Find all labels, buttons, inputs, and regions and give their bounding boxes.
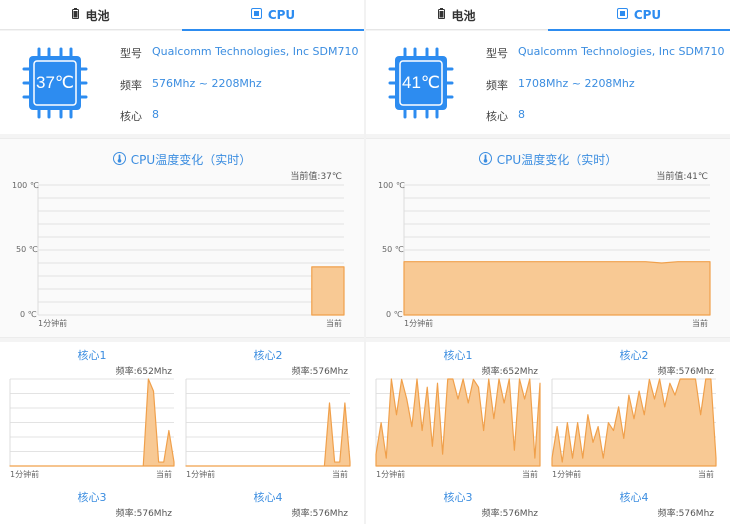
core-frequency: 频率:576Mhz (115, 509, 172, 519)
temperature-chart-title-text: CPU温度变化（实时） (496, 153, 618, 167)
data-area (403, 261, 711, 316)
cpu-icon (250, 8, 262, 22)
tab-cpu[interactable]: CPU (548, 0, 730, 31)
core-charts: 核心1 频率:652Mhz 1分钟前 当前 核心2 频率:576Mhz 1分钟前… (366, 342, 730, 524)
core-chart-1: 1分钟前 当前 (9, 378, 175, 479)
y-tick-label: 50 ℃ (382, 245, 404, 254)
thermometer-icon (112, 151, 126, 168)
info-row-cores: 核心 8 (486, 108, 525, 124)
info-key: 型号 (120, 47, 142, 60)
temperature-chart: 100 ℃ 50 ℃ 0 ℃ 1分钟前 当前 (12, 181, 345, 328)
tab-bar: 电池 CPU (366, 0, 730, 31)
y-tick-label: 0 ℃ (386, 310, 403, 319)
x-tick-label: 当前 (522, 469, 538, 479)
core-title: 核心1 (443, 349, 473, 362)
chip-temperature: 37℃ (35, 73, 74, 92)
x-tick-label: 当前 (692, 318, 708, 328)
core-charts: 核心1 频率:652Mhz 1分钟前 当前 核心2 频率:576Mhz 1分钟前… (0, 342, 364, 524)
cpu-chip-icon: 41℃ (388, 45, 454, 121)
x-tick-label: 1分钟前 (38, 318, 67, 328)
info-row-frequency: 频率 576Mhz ~ 2208Mhz (120, 77, 262, 93)
info-row-model: 型号 Qualcomm Technologies, Inc SDM710 (120, 45, 359, 61)
core-chart-2: 1分钟前 当前 (185, 378, 351, 479)
x-tick-label: 1分钟前 (376, 469, 405, 479)
info-value: Qualcomm Technologies, Inc SDM710 (518, 45, 725, 58)
cpu-chip-icon: 37℃ (22, 45, 88, 121)
core-title: 核心1 (77, 349, 107, 362)
y-tick-label: 100 ℃ (378, 181, 405, 190)
temperature-chart-title: CPU温度变化（实时） (0, 151, 364, 168)
info-key: 核心 (120, 110, 142, 123)
info-value: 8 (152, 108, 159, 121)
core-card-2: 核心2 频率:576Mhz 1分钟前 当前 (548, 342, 720, 482)
info-row-model: 型号 Qualcomm Technologies, Inc SDM710 (486, 45, 725, 61)
info-row-frequency: 频率 1708Mhz ~ 2208Mhz (486, 77, 635, 93)
info-key: 频率 (486, 79, 508, 92)
x-tick-label: 当前 (156, 469, 172, 479)
core-card-4: 核心4 频率:576Mhz (548, 484, 720, 524)
core-title: 核心3 (443, 491, 473, 504)
data-area (185, 402, 351, 467)
core-card-2: 核心2 频率:576Mhz 1分钟前 当前 (182, 342, 354, 482)
core-title: 核心2 (253, 349, 283, 362)
core-title: 核心3 (77, 491, 107, 504)
tab-battery[interactable]: 电池 (366, 0, 548, 30)
info-value: 8 (518, 108, 525, 121)
temperature-chart-card: CPU温度变化（实时） 当前值:41℃ 100 ℃ 50 ℃ 0 ℃ 1分钟前 … (366, 138, 730, 338)
info-value: 1708Mhz ~ 2208Mhz (518, 77, 635, 90)
core-card-4: 核心4 频率:576Mhz (182, 484, 354, 524)
info-row-cores: 核心 8 (120, 108, 159, 124)
panel-left: 电池 CPU 37℃ 型号 Qualcomm Technologies, Inc… (0, 0, 364, 524)
battery-icon (438, 8, 446, 22)
core-frequency: 频率:576Mhz (481, 509, 538, 519)
tab-cpu-label: CPU (633, 8, 662, 22)
y-tick-label: 0 ℃ (20, 310, 37, 319)
cpu-info-card: 41℃ 型号 Qualcomm Technologies, Inc SDM710… (366, 31, 730, 134)
thermometer-icon (478, 151, 492, 168)
core-title: 核心4 (619, 491, 649, 504)
info-key: 核心 (486, 110, 508, 123)
x-tick-label: 当前 (698, 469, 714, 479)
x-tick-label: 当前 (326, 318, 342, 328)
temperature-chart: 100 ℃ 50 ℃ 0 ℃ 1分钟前 当前 (378, 181, 711, 328)
core-card-3: 核心3 频率:576Mhz (372, 484, 544, 524)
core-chart-2: 1分钟前 当前 (551, 378, 717, 479)
x-tick-label: 1分钟前 (552, 469, 581, 479)
x-tick-label: 1分钟前 (186, 469, 215, 479)
core-title: 核心4 (253, 491, 283, 504)
panel-right: 电池 CPU 41℃ 型号 Qualcomm Technologies, Inc… (366, 0, 730, 524)
core-frequency: 频率:576Mhz (291, 509, 348, 519)
info-key: 型号 (486, 47, 508, 60)
tab-battery-label: 电池 (85, 8, 110, 23)
data-area (311, 266, 345, 316)
core-chart-1: 1分钟前 当前 (375, 378, 541, 479)
info-value: Qualcomm Technologies, Inc SDM710 (152, 45, 359, 58)
tab-cpu[interactable]: CPU (182, 0, 364, 31)
temperature-chart-title-text: CPU温度变化（实时） (130, 153, 252, 167)
core-frequency: 频率:576Mhz (657, 509, 714, 519)
x-tick-label: 1分钟前 (404, 318, 433, 328)
tab-bar: 电池 CPU (0, 0, 364, 31)
y-tick-label: 50 ℃ (16, 245, 38, 254)
core-card-1: 核心1 频率:652Mhz 1分钟前 当前 (6, 342, 178, 482)
cpu-icon (616, 8, 628, 22)
tab-battery-label: 电池 (451, 8, 476, 23)
x-tick-label: 当前 (332, 469, 348, 479)
core-card-3: 核心3 频率:576Mhz (6, 484, 178, 524)
chip-temperature: 41℃ (401, 73, 440, 92)
cpu-info-card: 37℃ 型号 Qualcomm Technologies, Inc SDM710… (0, 31, 364, 134)
temperature-chart-card: CPU温度变化（实时） 当前值:37℃ 100 ℃ 50 ℃ 0 ℃ 1分钟前 … (0, 138, 364, 338)
core-title: 核心2 (619, 349, 649, 362)
battery-icon (72, 8, 80, 22)
tab-battery[interactable]: 电池 (0, 0, 182, 30)
tab-cpu-label: CPU (267, 8, 296, 22)
x-tick-label: 1分钟前 (10, 469, 39, 479)
info-key: 频率 (120, 79, 142, 92)
info-value: 576Mhz ~ 2208Mhz (152, 77, 262, 90)
temperature-chart-title: CPU温度变化（实时） (366, 151, 730, 168)
y-tick-label: 100 ℃ (12, 181, 39, 190)
core-card-1: 核心1 频率:652Mhz 1分钟前 当前 (372, 342, 544, 482)
